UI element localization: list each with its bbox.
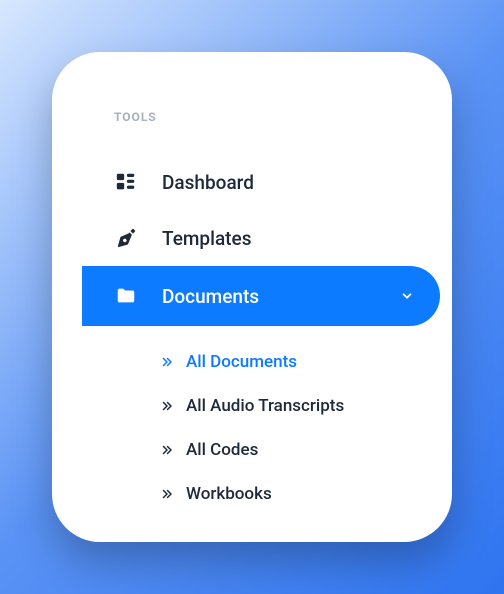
chevron-down-icon (400, 289, 414, 303)
dashboard-icon (114, 170, 138, 194)
folder-icon (114, 284, 138, 308)
subnav-item-label: Workbooks (186, 484, 272, 504)
subnav-item-all-codes[interactable]: All Codes (160, 428, 452, 472)
nav-item-templates[interactable]: Templates (52, 210, 452, 266)
documents-subnav: All Documents All Audio Transcripts All … (52, 340, 452, 516)
nav-item-documents[interactable]: Documents (82, 266, 440, 326)
subnav-item-label: All Documents (186, 352, 297, 372)
subnav-item-all-documents[interactable]: All Documents (160, 340, 452, 384)
nav-item-dashboard[interactable]: Dashboard (52, 154, 452, 210)
sidebar-card: TOOLS Dashboard Templates (52, 52, 452, 542)
section-title: TOOLS (52, 110, 452, 124)
subnav-item-label: All Audio Transcripts (186, 396, 344, 416)
double-chevron-right-icon (160, 487, 174, 501)
subnav-item-workbooks[interactable]: Workbooks (160, 472, 452, 516)
nav-item-label: Templates (162, 227, 251, 250)
pen-nib-icon (114, 226, 138, 250)
nav-item-label: Dashboard (162, 171, 254, 194)
nav-item-label: Documents (162, 285, 259, 308)
subnav-item-all-audio-transcripts[interactable]: All Audio Transcripts (160, 384, 452, 428)
double-chevron-right-icon (160, 443, 174, 457)
subnav-item-label: All Codes (186, 440, 258, 460)
double-chevron-right-icon (160, 355, 174, 369)
nav-list: Dashboard Templates (52, 154, 452, 516)
double-chevron-right-icon (160, 399, 174, 413)
